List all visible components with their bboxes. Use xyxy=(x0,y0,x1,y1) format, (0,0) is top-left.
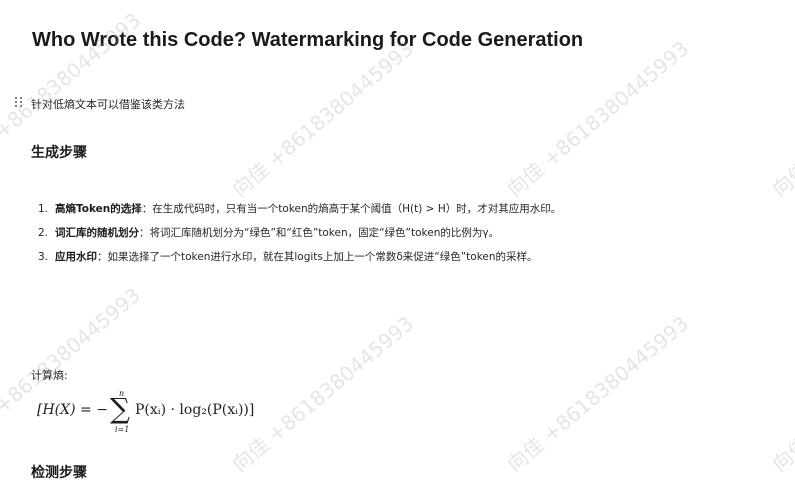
note-text: 针对低熵文本可以借鉴该类方法 xyxy=(31,98,185,111)
step-text: ：将词汇库随机划分为“绿色”和“红色”token，固定“绿色”token的比例为… xyxy=(139,227,500,239)
step-text: ：在生成代码时，只有当一个token的熵高于某个阈值（H(t) > H）时，才对… xyxy=(141,203,562,215)
sigma-icon: ∑ xyxy=(110,392,130,425)
entropy-formula: [H(X) = − ∑ n i=1 P(xᵢ) · log₂(P(xᵢ))] xyxy=(37,389,277,438)
step-keyword: 词汇库的随机划分 xyxy=(55,227,139,239)
step-keyword: 高熵Token的选择 xyxy=(55,203,142,215)
list-item: 3. 应用水印：如果选择了一个token进行水印，就在其logits上加上一个常… xyxy=(31,247,591,267)
list-item: 1. 高熵Token的选择：在生成代码时，只有当一个token的熵高于某个阈值（… xyxy=(31,199,591,219)
section-heading-generation: 生成步骤 xyxy=(31,145,87,161)
list-number: 2. xyxy=(38,227,49,239)
document-page: Who Wrote this Code? Watermarking for Co… xyxy=(0,0,795,488)
document-title: Who Wrote this Code? Watermarking for Co… xyxy=(32,29,584,51)
formula-right: P(xᵢ) · log₂(P(xᵢ))] xyxy=(135,402,255,418)
watermark-text: 向佳 xyxy=(767,157,795,202)
watermark-text: 向佳 +8618380445993 xyxy=(502,36,694,202)
step-text: ：如果选择了一个token进行水印，就在其logits上加上一个常数δ来促进“绿… xyxy=(97,251,538,263)
section-heading-detection: 检测步骤 xyxy=(31,465,87,481)
entropy-label: 计算熵: xyxy=(31,369,68,382)
formula-upper-bound: n xyxy=(119,389,125,398)
list-number: 3. xyxy=(38,251,49,263)
generation-steps-list: 1. 高熵Token的选择：在生成代码时，只有当一个token的熵高于某个阈值（… xyxy=(31,199,591,271)
drag-handle-icon[interactable] xyxy=(14,96,24,108)
watermark-text: 向佳 xyxy=(767,432,795,477)
watermark-text: 向佳 +8618380445993 xyxy=(502,311,694,477)
list-number: 1. xyxy=(38,203,49,215)
step-keyword: 应用水印 xyxy=(55,251,97,263)
formula-left: [H(X) = − xyxy=(37,402,108,418)
list-item: 2. 词汇库的随机划分：将词汇库随机划分为“绿色”和“红色”token，固定“绿… xyxy=(31,223,591,243)
watermark-text: 向佳 +8618380445993 xyxy=(227,36,419,202)
formula-lower-bound: i=1 xyxy=(115,425,130,434)
